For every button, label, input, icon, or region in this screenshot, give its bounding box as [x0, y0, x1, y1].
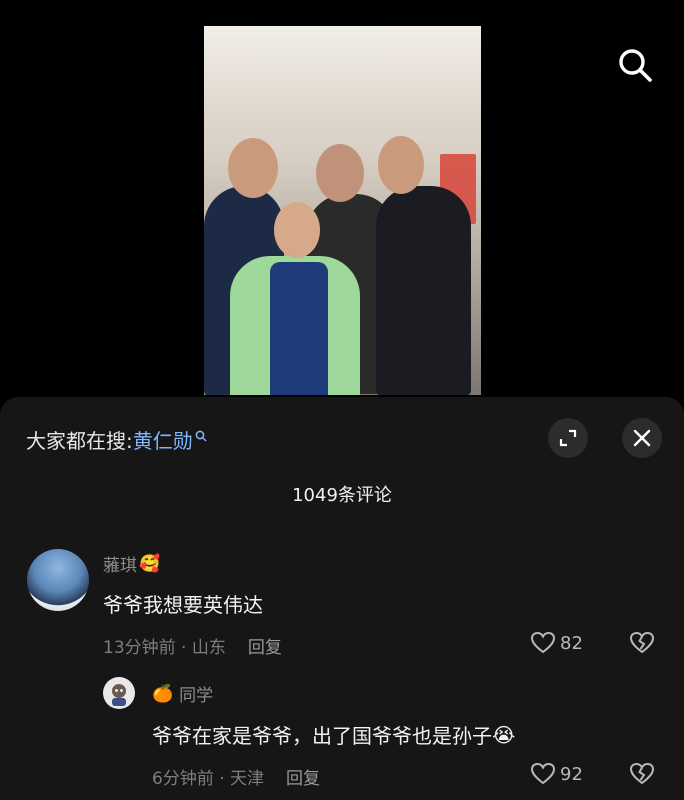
dislike-button[interactable]: [628, 762, 656, 790]
person-man-right: [376, 186, 471, 395]
comment-time-location: 6分钟前 · 天津: [152, 769, 265, 789]
emoji: 🍊: [152, 683, 174, 704]
broken-heart-icon: [629, 762, 655, 785]
avatar-illustration: [112, 684, 126, 706]
like-count: 92: [560, 763, 583, 785]
heart-icon: [530, 631, 556, 654]
close-icon: [633, 429, 651, 447]
video-player[interactable]: [0, 0, 684, 395]
search-icon: [195, 430, 207, 442]
comment-time-location: 13分钟前 · 山东: [103, 638, 226, 658]
like-button[interactable]: 92: [530, 762, 583, 786]
expand-icon: [559, 429, 577, 447]
trending-prefix: 大家都在搜:: [26, 429, 133, 453]
comment-text: 爷爷在家是爷爷，出了国爷爷也是孙子 😭: [152, 722, 516, 749]
broken-heart-icon: [629, 631, 655, 654]
comments-sheet: 大家都在搜: 黄仁勋 1049条评论 蕥琪 🥰 爷爷我想要英伟达 13分钟前 ·…: [0, 397, 684, 800]
person-woman-head: [228, 138, 278, 198]
trending-search-bar[interactable]: 大家都在搜: 黄仁勋: [26, 425, 207, 454]
expand-button[interactable]: [548, 418, 588, 458]
person-boy-vest: [270, 262, 328, 395]
person-man-right-head: [378, 136, 424, 194]
emoji: 🥰: [139, 553, 161, 574]
search-icon: [619, 49, 652, 82]
person-man-center-head: [316, 144, 364, 202]
comment-meta: 6分钟前 · 天津 回复: [152, 764, 320, 789]
comment-meta: 13分钟前 · 山东 回复: [103, 633, 282, 658]
search-button[interactable]: [612, 42, 658, 88]
comment-text: 爷爷我想要英伟达: [103, 593, 263, 617]
emoji: 😭: [492, 722, 516, 747]
avatar[interactable]: [103, 677, 135, 709]
dislike-button[interactable]: [628, 631, 656, 659]
video-frame-photo: [204, 26, 481, 395]
like-count: 82: [560, 632, 583, 654]
close-button[interactable]: [622, 418, 662, 458]
avatar[interactable]: [27, 549, 89, 611]
heart-icon: [530, 762, 556, 785]
ceiling-background: [204, 26, 481, 116]
comments-count: 1049条评论: [292, 485, 392, 506]
reply-button[interactable]: 回复: [286, 764, 320, 789]
comment-username[interactable]: 蕥琪 🥰: [103, 551, 161, 577]
reply-button[interactable]: 回复: [248, 633, 282, 658]
trending-term-link[interactable]: 黄仁勋: [133, 425, 193, 454]
like-button[interactable]: 82: [530, 631, 583, 655]
person-boy-head: [274, 202, 320, 258]
comment-username[interactable]: 🍊 同学: [152, 681, 213, 707]
